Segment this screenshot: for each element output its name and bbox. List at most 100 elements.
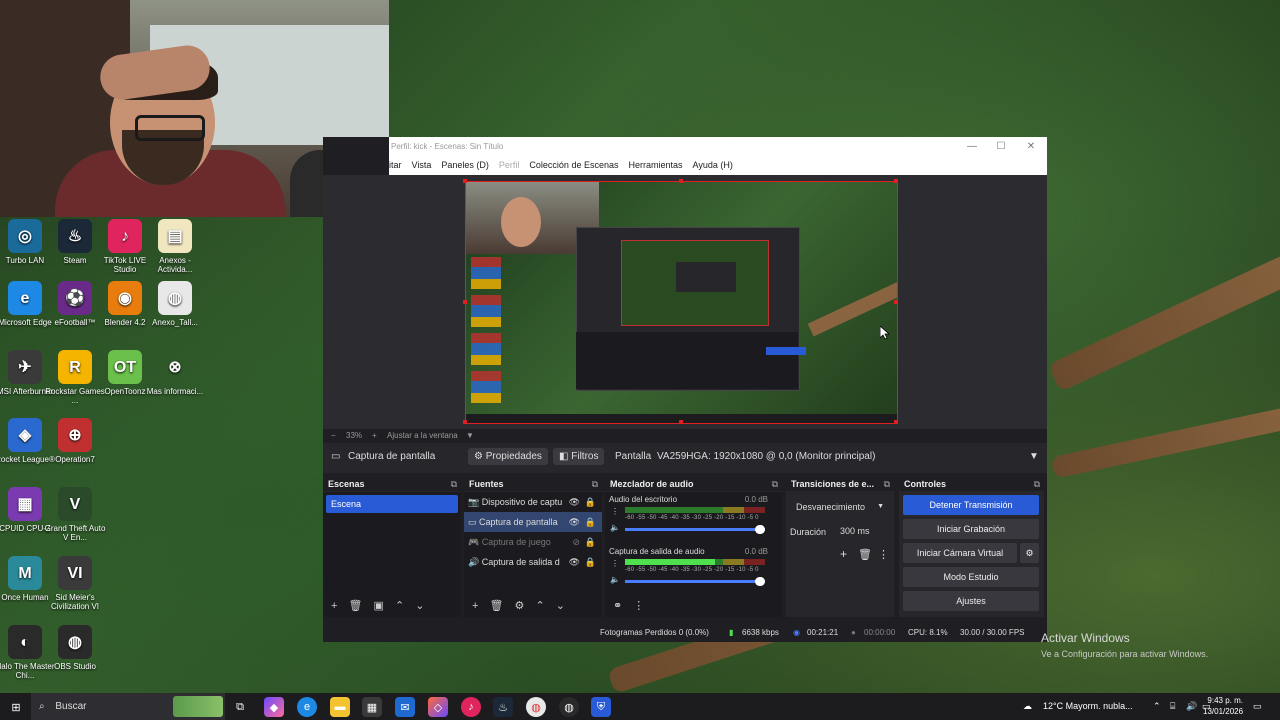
weather-icon[interactable]: ☁	[1023, 693, 1032, 720]
lock-icon[interactable]: 🔒	[585, 532, 596, 552]
desktop-icon-label: Operation7	[55, 455, 95, 464]
zoom-in-button[interactable]: +	[372, 429, 377, 443]
scene-item[interactable]: Escena	[326, 495, 458, 513]
volume-icon[interactable]: 🔊	[1186, 693, 1197, 720]
menu-docks[interactable]: Paneles (D)	[436, 156, 494, 175]
desktop-icon[interactable]: ◍ Anexo_Tall...	[144, 281, 206, 327]
undock-icon[interactable]: ⧉	[592, 477, 598, 491]
volume-slider[interactable]	[625, 525, 765, 534]
eye-off-icon[interactable]: ⊘	[572, 532, 580, 552]
desktop-icon[interactable]: VI Sid Meier's Civilization VI	[44, 556, 106, 611]
obs-taskbar-icon[interactable]: ◍	[559, 697, 579, 717]
trash-icon[interactable]: 🗑	[490, 600, 504, 612]
obs-titlebar[interactable]: Perfil: kick - Escenas: Sin Título — ☐ ✕	[389, 137, 1047, 156]
studio-mode-button[interactable]: Modo Estudio	[903, 567, 1039, 587]
screen-select[interactable]: VA259HGA: 1920x1080 @ 0,0 (Monitor princ…	[657, 451, 875, 462]
properties-button[interactable]: ⚙ Propiedades	[468, 448, 548, 465]
windows-start-icon[interactable]: ⊞	[6, 697, 26, 717]
eye-icon[interactable]: 👁	[569, 512, 580, 532]
chevron-down-icon[interactable]: ▼	[1029, 451, 1039, 462]
tiktok-icon: ♪	[108, 219, 142, 253]
virtual-camera-gear-icon[interactable]: ⚙	[1020, 543, 1039, 563]
clock[interactable]: 9:43 p. m. 13/01/2026	[1203, 695, 1243, 717]
trash-icon[interactable]: 🗑	[858, 548, 872, 561]
speaker-icon[interactable]: 🔈	[610, 523, 620, 532]
fit-to-window-button[interactable]: Ajustar a la ventana	[387, 429, 458, 443]
edge-taskbar-icon[interactable]: e	[297, 697, 317, 717]
minimize-icon[interactable]: —	[957, 137, 987, 156]
speaker-icon[interactable]: 🔈	[610, 575, 620, 584]
menu-dots-icon[interactable]: ⋮	[611, 507, 619, 516]
desktop-icon[interactable]: V Grand Theft Auto V En...	[44, 487, 106, 542]
copilot-icon[interactable]: ◆	[264, 697, 284, 717]
eye-icon[interactable]: 👁	[569, 552, 580, 572]
move-up-icon[interactable]: ⌃	[395, 600, 404, 612]
source-item[interactable]: 🔊 Captura de salida d 👁 🔒	[464, 552, 602, 572]
eye-icon[interactable]: 👁	[569, 492, 580, 512]
undock-icon[interactable]: ⧉	[772, 477, 778, 491]
menu-profile[interactable]: Perfil	[494, 156, 525, 175]
chrome-icon[interactable]: ◍	[526, 697, 546, 717]
desktop-icon-label: Anexo_Tall...	[152, 318, 198, 327]
start-virtual-camera-button[interactable]: Iniciar Cámara Virtual	[903, 543, 1017, 563]
outlook-icon[interactable]: ✉	[395, 697, 415, 717]
add-transition-button[interactable]: +	[840, 547, 847, 561]
undock-icon[interactable]: ⧉	[451, 477, 457, 491]
search-box[interactable]: ⌕ Buscar	[31, 693, 225, 720]
move-up-icon[interactable]: ⌃	[535, 600, 544, 612]
source-item[interactable]: 🎮 Captura de juego ⊘ 🔒	[464, 532, 602, 552]
move-down-icon[interactable]: ⌄	[415, 600, 424, 612]
lock-icon[interactable]: 🔒	[585, 492, 596, 512]
task-view-icon[interactable]: ⧉	[230, 697, 250, 717]
start-recording-button[interactable]: Iniciar Grabación	[903, 519, 1039, 539]
menu-edit[interactable]: itar	[389, 156, 407, 175]
menu-help[interactable]: Ayuda (H)	[688, 156, 738, 175]
store-icon[interactable]: ▦	[362, 697, 382, 717]
notification-icon[interactable]: ▭	[1253, 693, 1262, 720]
source-item[interactable]: 📷 Dispositivo de captu 👁 🔒	[464, 492, 602, 512]
desktop-icon[interactable]: ⊕ Operation7	[44, 418, 106, 464]
shield-icon[interactable]: ⛨	[591, 697, 611, 717]
lock-icon[interactable]: 🔒	[585, 512, 596, 532]
tray-chevron-icon[interactable]: ⌃	[1153, 693, 1161, 720]
menu-dots-icon[interactable]: ⋮	[633, 600, 644, 612]
source-item[interactable]: ▭ Captura de pantalla 👁 🔒	[464, 512, 602, 532]
transition-select[interactable]: Desvanecimiento ▼	[790, 498, 888, 516]
tiktok-taskbar-icon[interactable]: ♪	[461, 697, 481, 717]
menu-tools[interactable]: Herramientas	[623, 156, 687, 175]
network-icon[interactable]: ⌸	[1170, 693, 1175, 720]
preview-canvas[interactable]	[465, 181, 898, 424]
stop-streaming-button[interactable]: Detener Transmisión	[903, 495, 1039, 515]
link-icon[interactable]: ⚭	[613, 600, 622, 612]
trash-icon[interactable]: 🗑	[349, 600, 363, 612]
menu-dots-icon[interactable]: ⋮	[611, 559, 619, 568]
copilot-app-icon[interactable]: ◇	[428, 697, 448, 717]
chevron-down-icon[interactable]: ▼	[466, 429, 474, 443]
steam-taskbar-icon[interactable]: ♨	[493, 697, 513, 717]
weather-text[interactable]: 12°C Mayorm. nubla...	[1043, 693, 1133, 720]
filter-scene-icon[interactable]: ▣	[374, 600, 384, 612]
operation7-icon: ⊕	[58, 418, 92, 452]
menu-view[interactable]: Vista	[407, 156, 437, 175]
file-explorer-icon[interactable]: ▬	[330, 697, 350, 717]
add-source-button[interactable]: +	[472, 600, 478, 612]
desktop-icon[interactable]: ◍ OBS Studio	[44, 625, 106, 671]
duration-input[interactable]: 300 ms	[836, 523, 890, 539]
menu-dots-icon[interactable]: ⋮	[878, 548, 889, 561]
preview-area[interactable]	[323, 175, 1047, 429]
zoom-out-button[interactable]: −	[331, 429, 336, 443]
lock-icon[interactable]: 🔒	[585, 552, 596, 572]
maximize-icon[interactable]: ☐	[986, 137, 1016, 156]
add-scene-button[interactable]: +	[331, 600, 337, 612]
desktop-icon[interactable]: ▤ Anexos - Activida...	[144, 219, 206, 274]
undock-icon[interactable]: ⧉	[884, 477, 890, 491]
gear-icon[interactable]: ⚙	[515, 600, 525, 612]
menu-scene-collection[interactable]: Colección de Escenas	[524, 156, 623, 175]
volume-slider[interactable]	[625, 577, 765, 586]
move-down-icon[interactable]: ⌄	[556, 600, 565, 612]
undock-icon[interactable]: ⧉	[1034, 477, 1040, 491]
desktop-icon[interactable]: ⊗ Mas informaci...	[144, 350, 206, 396]
close-icon[interactable]: ✕	[1016, 137, 1046, 156]
filters-button[interactable]: ◧ Filtros	[553, 448, 605, 465]
settings-button[interactable]: Ajustes	[903, 591, 1039, 611]
